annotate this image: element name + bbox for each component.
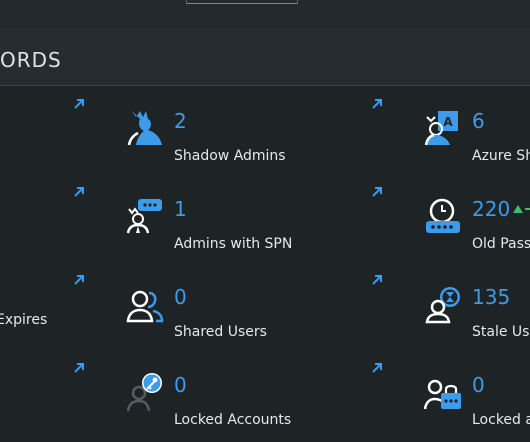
locked-accounts-label: Locked Accounts xyxy=(174,412,292,428)
shadow-admins-count: 2 xyxy=(174,109,187,133)
azure-shadow-admins-card[interactable]: A 6 Azure Sh xyxy=(424,101,530,189)
shared-users-count: 0 xyxy=(174,285,187,309)
old-password-icon xyxy=(426,198,460,233)
locked-accounts-card[interactable]: 0 Locked Accounts xyxy=(126,365,426,442)
stale-users-card[interactable]: 135 Stale Use xyxy=(424,277,530,365)
old-passwords-label: Old Pass xyxy=(472,236,530,252)
shared-users-icon xyxy=(126,290,164,323)
locked-accounts-count: 0 xyxy=(174,373,187,397)
shadow-admins-label: Shadow Admins xyxy=(174,148,286,164)
dashboard-panel: 2 Shadow Admins A 6 Azure Sh 1 Admins wi… xyxy=(0,87,530,442)
shared-users-label: Shared Users xyxy=(174,324,267,340)
azure-admin-icon: A xyxy=(424,111,458,146)
azure-shadow-admins-label: Azure Sh xyxy=(472,148,530,164)
open-link-icon[interactable] xyxy=(72,185,86,199)
locked-admins-count: 0 xyxy=(472,373,485,397)
stale-user-icon xyxy=(425,287,460,324)
locked-admins-label: Locked a xyxy=(472,412,530,428)
old-passwords-count: 220 xyxy=(472,197,511,221)
open-link-icon[interactable] xyxy=(72,273,86,287)
locked-account-icon xyxy=(126,373,162,412)
shared-users-card[interactable]: 0 Shared Users xyxy=(126,277,426,365)
admin-spn-icon xyxy=(126,199,162,234)
open-link-icon[interactable] xyxy=(72,97,86,111)
stale-users-label: Stale Use xyxy=(472,324,530,340)
azure-shadow-admins-count: 6 xyxy=(472,109,485,133)
admins-with-spn-label: Admins with SPN xyxy=(174,236,293,252)
top-bar xyxy=(0,0,530,28)
expires-label: Expires xyxy=(0,312,48,328)
shadow-admin-icon xyxy=(127,111,162,146)
trend-up-icon xyxy=(513,205,523,213)
section-title: ORDS xyxy=(0,48,62,72)
admins-with-spn-count: 1 xyxy=(174,197,187,221)
search-box[interactable] xyxy=(186,0,298,4)
locked-admin-icon xyxy=(424,379,461,410)
section-header: ORDS xyxy=(0,28,530,86)
admins-with-spn-card[interactable]: 1 Admins with SPN xyxy=(126,189,426,277)
svg-text:A: A xyxy=(443,115,453,129)
locked-admins-card[interactable]: 0 Locked a xyxy=(424,365,530,442)
open-link-icon[interactable] xyxy=(72,361,86,375)
old-passwords-card[interactable]: 220 Old Pass xyxy=(424,189,530,277)
stale-users-count: 135 xyxy=(472,285,511,309)
trend-bar xyxy=(525,208,530,210)
shadow-admins-card[interactable]: 2 Shadow Admins xyxy=(126,101,426,189)
